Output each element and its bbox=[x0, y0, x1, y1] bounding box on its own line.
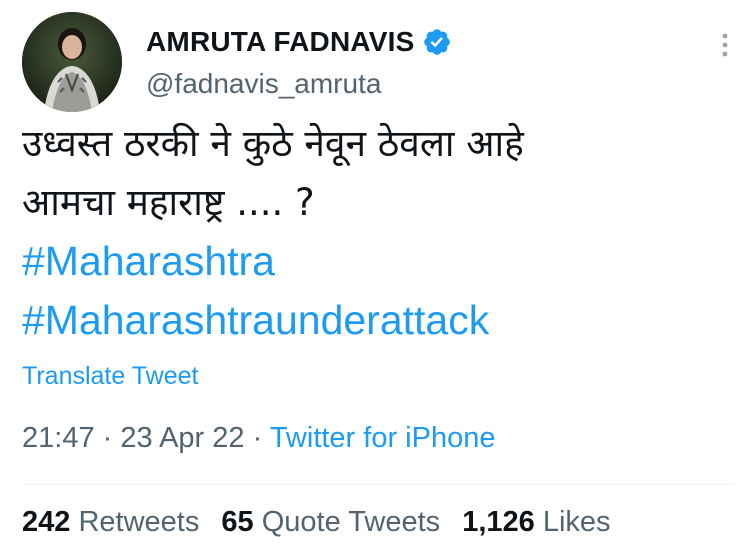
avatar[interactable] bbox=[22, 12, 122, 112]
name-row: AMRUTA FADNAVIS bbox=[146, 22, 452, 62]
display-name[interactable]: AMRUTA FADNAVIS bbox=[146, 26, 414, 58]
tweet-source-link[interactable]: Twitter for iPhone bbox=[270, 422, 496, 454]
tweet-time[interactable]: 21:47 bbox=[22, 422, 95, 454]
meta-separator: · bbox=[102, 422, 113, 454]
likes-count: 1,126 bbox=[462, 506, 535, 538]
avatar-image bbox=[22, 12, 122, 112]
tweet-header: AMRUTA FADNAVIS @fadnavis_amruta bbox=[22, 12, 732, 112]
tweet-date[interactable]: 23 Apr 22 bbox=[120, 422, 244, 454]
meta-separator: · bbox=[252, 422, 263, 454]
tweet-body: उध्वस्त ठरकी ने कुठे नेवून ठेवला आहे आमच… bbox=[22, 114, 742, 350]
verified-badge-icon bbox=[422, 27, 452, 57]
likes-label: Likes bbox=[542, 506, 611, 538]
retweets-label: Retweets bbox=[78, 506, 200, 538]
retweets-count: 242 bbox=[22, 506, 71, 538]
retweets-stat[interactable]: 242 Retweets bbox=[22, 506, 199, 538]
likes-stat[interactable]: 1,126 Likes bbox=[462, 506, 610, 538]
tweet-meta: 21:47 · 23 Apr 22 · Twitter for iPhone bbox=[22, 422, 495, 455]
quote-tweets-count: 65 bbox=[221, 506, 254, 538]
user-handle[interactable]: @fadnavis_amruta bbox=[146, 68, 381, 100]
hashtag-link[interactable]: #Maharashtraunderattack bbox=[22, 291, 742, 350]
divider bbox=[22, 484, 733, 485]
quote-tweets-label: Quote Tweets bbox=[261, 506, 441, 538]
tweet-text-line: उध्वस्त ठरकी ने कुठे नेवून ठेवला आहे bbox=[22, 122, 524, 165]
quote-tweets-stat[interactable]: 65 Quote Tweets bbox=[221, 506, 440, 538]
engagement-stats: 242 Retweets 65 Quote Tweets 1,126 Likes bbox=[22, 506, 625, 539]
hashtag-link[interactable]: #Maharashtra bbox=[22, 232, 742, 291]
tweet-text-line: आमचा महाराष्ट्र .... ? bbox=[22, 181, 315, 224]
translate-tweet-link[interactable]: Translate Tweet bbox=[22, 362, 198, 391]
more-vertical-icon[interactable] bbox=[718, 30, 732, 60]
